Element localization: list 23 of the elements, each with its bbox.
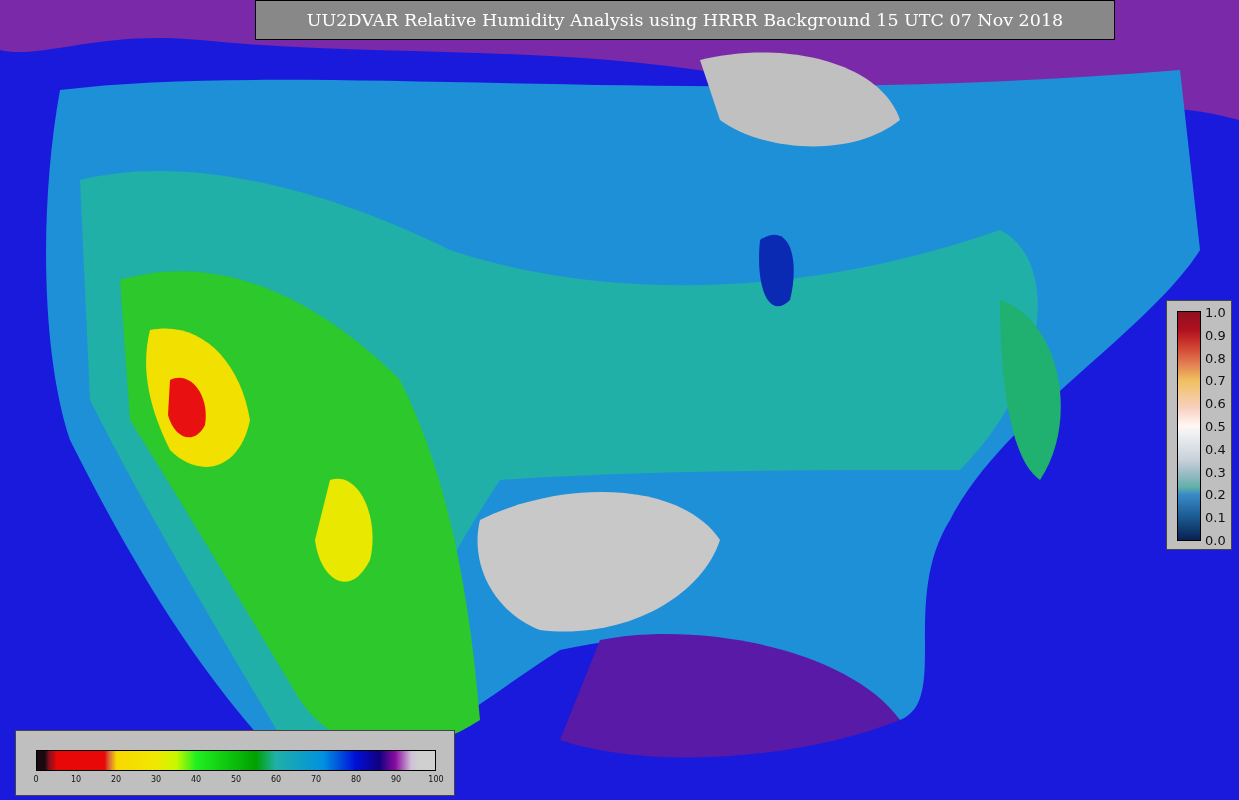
colorbar-tick-label: 60 (270, 775, 282, 784)
colorbar-tick-label: 100 (428, 775, 444, 784)
colorbar-tick-label: 0.8 (1205, 350, 1226, 366)
colorbar-tick-label: 0.9 (1205, 327, 1226, 343)
colorbar-tick-label: 70 (310, 775, 322, 784)
colorbar-tick-label: 80 (350, 775, 362, 784)
colorbar-tick-label: 0.1 (1205, 509, 1226, 525)
colorbar-tick-label: 0.5 (1205, 418, 1226, 434)
colorbar-tick-label: 0.6 (1205, 395, 1226, 411)
colorbar-tick-label: 0.0 (1205, 532, 1226, 548)
colorbar-tick-label: 20 (110, 775, 122, 784)
colorbar-tick-label: 0.3 (1205, 464, 1226, 480)
chart-title: UU2DVAR Relative Humidity Analysis using HRRR Background 15 UTC 07 Nov 2018 (255, 0, 1115, 40)
colorbar-tick-label: 50 (230, 775, 242, 784)
colorbar-tick-label: 10 (70, 775, 82, 784)
colorbar-tick-label: 1.0 (1205, 304, 1226, 320)
colorbar-tick-label: 0.2 (1205, 486, 1226, 502)
colorbar-tick-label: 0.7 (1205, 372, 1226, 388)
colorbar-tick-label: 90 (390, 775, 402, 784)
colorbar-tick-label: 30 (150, 775, 162, 784)
colorbar-tick-label: 0.4 (1205, 441, 1226, 457)
colorbar-tick-label: 40 (190, 775, 202, 784)
colorbar-tick-label: 0 (33, 775, 39, 784)
